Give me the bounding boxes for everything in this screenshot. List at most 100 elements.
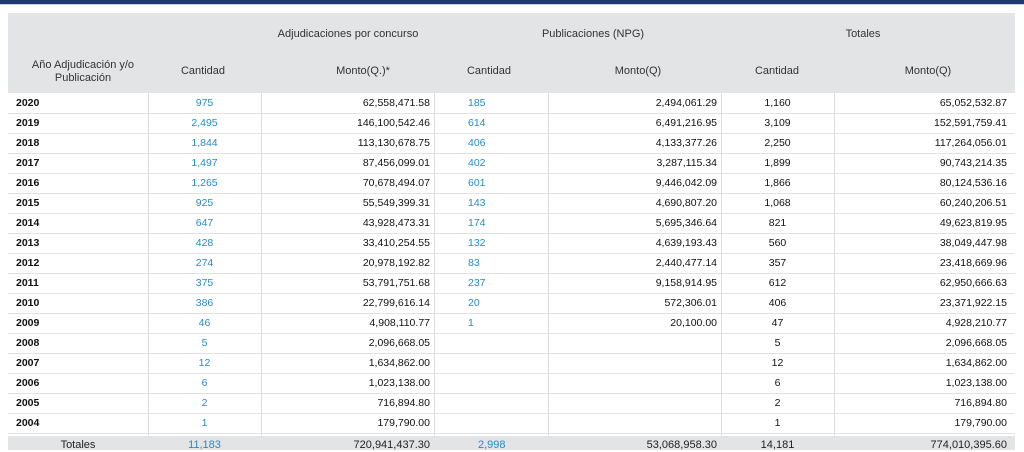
row-monto-pub (548, 354, 721, 373)
top-accent-line (0, 4, 1024, 5)
row-monto-tot: 49,623,819.95 (939, 217, 1007, 229)
row-cantidad-tot: 1 (774, 417, 781, 429)
row-cantidad-adj[interactable]: 6 (148, 374, 261, 393)
table-row: 2017 1,497 87,456,099.01 402 3,287,115.34 1,8… (8, 154, 1015, 174)
table-header: Adjudicaciones por concurso Publicacione… (8, 13, 1015, 93)
row-cantidad-adj[interactable]: 46 (148, 314, 261, 333)
stats-table: Adjudicaciones por concurso Publicacione… (8, 13, 1015, 451)
row-cantidad-pub[interactable]: 20 (434, 294, 548, 313)
row-cantidad-tot: 1,160 (764, 97, 791, 109)
table-row: 2020 975 62,558,471.58 185 2,494,061.29 1,160… (8, 94, 1015, 114)
header-cantidad-tot: Cantidad (754, 65, 800, 77)
row-cantidad-pub[interactable]: 1 (434, 314, 548, 333)
row-monto-pub: 2,440,477.14 (655, 257, 717, 269)
row-monto-adj: 113,130,678.75 (357, 137, 430, 149)
row-monto-tot: 60,240,206.51 (939, 197, 1007, 209)
row-monto-tot: 152,591,759.41 (934, 117, 1007, 129)
row-cantidad-pub[interactable]: 402 (434, 154, 548, 173)
row-year: 2013 (16, 237, 40, 249)
row-cantidad-pub[interactable]: 83 (434, 254, 548, 273)
row-monto-adj: 146,100,542.46 (357, 117, 430, 129)
row-cantidad-pub[interactable]: 143 (434, 194, 548, 213)
row-monto-adj: 87,456,099.01 (362, 157, 430, 169)
row-cantidad-adj[interactable]: 1,265 (148, 174, 261, 193)
row-cantidad-tot: 406 (768, 297, 787, 309)
row-monto-adj: 43,928,473.31 (362, 217, 430, 229)
row-cantidad-adj[interactable]: 428 (148, 234, 261, 253)
row-cantidad-pub[interactable]: 132 (434, 234, 548, 253)
row-cantidad-tot: 47 (771, 317, 784, 329)
row-monto-tot: 62,950,666.63 (939, 277, 1007, 289)
row-monto-adj: 1,634,862.00 (368, 357, 430, 369)
row-cantidad-pub[interactable]: 237 (434, 274, 548, 293)
header-cantidad-pub: Cantidad (466, 65, 512, 77)
row-cantidad-pub (434, 394, 548, 413)
row-cantidad-tot: 2 (774, 397, 781, 409)
row-monto-adj: 55,549,399.31 (362, 197, 430, 209)
row-cantidad-adj[interactable]: 1 (148, 414, 261, 433)
header-monto-pub: Monto(Q) (614, 65, 662, 77)
row-monto-adj: 20,978,192.82 (362, 257, 430, 269)
row-monto-tot: 179,790.00 (954, 417, 1007, 429)
row-year: 2011 (16, 277, 39, 289)
row-monto-adj: 179,790.00 (377, 417, 430, 429)
row-cantidad-adj[interactable]: 1,844 (148, 134, 261, 153)
row-cantidad-tot: 560 (768, 237, 787, 249)
row-cantidad-adj[interactable]: 647 (148, 214, 261, 233)
row-monto-pub: 4,690,807.20 (655, 197, 717, 209)
row-cantidad-tot: 1,068 (764, 197, 791, 209)
row-monto-pub: 5,695,346.64 (655, 217, 717, 229)
row-cantidad-pub[interactable]: 614 (434, 114, 548, 133)
row-monto-adj: 53,791,751.68 (362, 277, 430, 289)
row-monto-pub: 3,287,115.34 (656, 157, 717, 169)
table-row: 2014 647 43,928,473.31 174 5,695,346.64 821 49… (8, 214, 1015, 234)
row-cantidad-pub (434, 414, 548, 433)
row-monto-pub: 20,100.00 (670, 317, 717, 329)
row-monto-adj: 716,894.80 (377, 397, 430, 409)
header-group-totales: Totales (845, 28, 881, 40)
row-cantidad-tot: 5 (774, 337, 781, 349)
row-year: 2010 (16, 297, 40, 309)
row-year: 2009 (16, 317, 40, 329)
row-cantidad-adj[interactable]: 975 (148, 94, 261, 113)
header-cantidad-adj: Cantidad (180, 65, 226, 77)
table-row: 2008 5 2,096,668.05 5 2,096,668.05 (8, 334, 1015, 354)
row-cantidad-tot: 3,109 (764, 117, 791, 129)
row-year: 2006 (16, 377, 40, 389)
row-year: 2014 (16, 217, 40, 229)
row-cantidad-adj[interactable]: 1,497 (148, 154, 261, 173)
row-cantidad-pub[interactable]: 174 (434, 214, 548, 233)
row-cantidad-adj[interactable]: 2 (148, 394, 261, 413)
row-cantidad-adj[interactable]: 386 (148, 294, 261, 313)
row-cantidad-adj[interactable]: 375 (148, 274, 261, 293)
row-cantidad-adj[interactable]: 274 (148, 254, 261, 273)
totals-row: Totales 11,183 720,941,437.30 2,998 53,0… (8, 436, 1015, 451)
table-row: 2009 46 4,908,110.77 1 20,100.00 47 4,928,210.… (8, 314, 1015, 334)
row-cantidad-pub[interactable]: 185 (434, 94, 548, 113)
row-year: 2005 (16, 397, 40, 409)
row-monto-pub (548, 374, 721, 393)
row-cantidad-adj[interactable]: 5 (148, 334, 261, 353)
table-row: 2010 386 22,799,616.14 20 572,306.01 406 23,37… (8, 294, 1015, 314)
row-cantidad-adj[interactable]: 925 (148, 194, 261, 213)
row-monto-pub (548, 394, 721, 413)
row-year: 2018 (16, 137, 40, 149)
row-monto-pub: 4,133,377.26 (655, 137, 717, 149)
row-cantidad-adj[interactable]: 2,495 (148, 114, 261, 133)
row-monto-tot: 4,928,210.77 (945, 317, 1007, 329)
row-cantidad-pub[interactable]: 601 (434, 174, 548, 193)
header-year-line2: Publicación (54, 72, 112, 84)
row-cantidad-pub[interactable]: 406 (434, 134, 548, 153)
row-monto-pub: 9,158,914.95 (655, 277, 717, 289)
table-row: 2015 925 55,549,399.31 143 4,690,807.20 1,068… (8, 194, 1015, 214)
row-monto-pub (548, 414, 721, 433)
row-year: 2007 (16, 357, 40, 369)
row-monto-adj: 70,678,494.07 (362, 177, 430, 189)
row-monto-tot: 117,264,056.01 (934, 137, 1007, 149)
table-row: 2016 1,265 70,678,494.07 601 9,446,042.09 1,8… (8, 174, 1015, 194)
row-monto-adj: 1,023,138.00 (368, 377, 430, 389)
row-cantidad-tot: 12 (771, 357, 784, 369)
row-cantidad-adj[interactable]: 12 (148, 354, 261, 373)
row-monto-adj: 22,799,616.14 (362, 297, 430, 309)
table-row: 2011 375 53,791,751.68 237 9,158,914.95 612 62… (8, 274, 1015, 294)
